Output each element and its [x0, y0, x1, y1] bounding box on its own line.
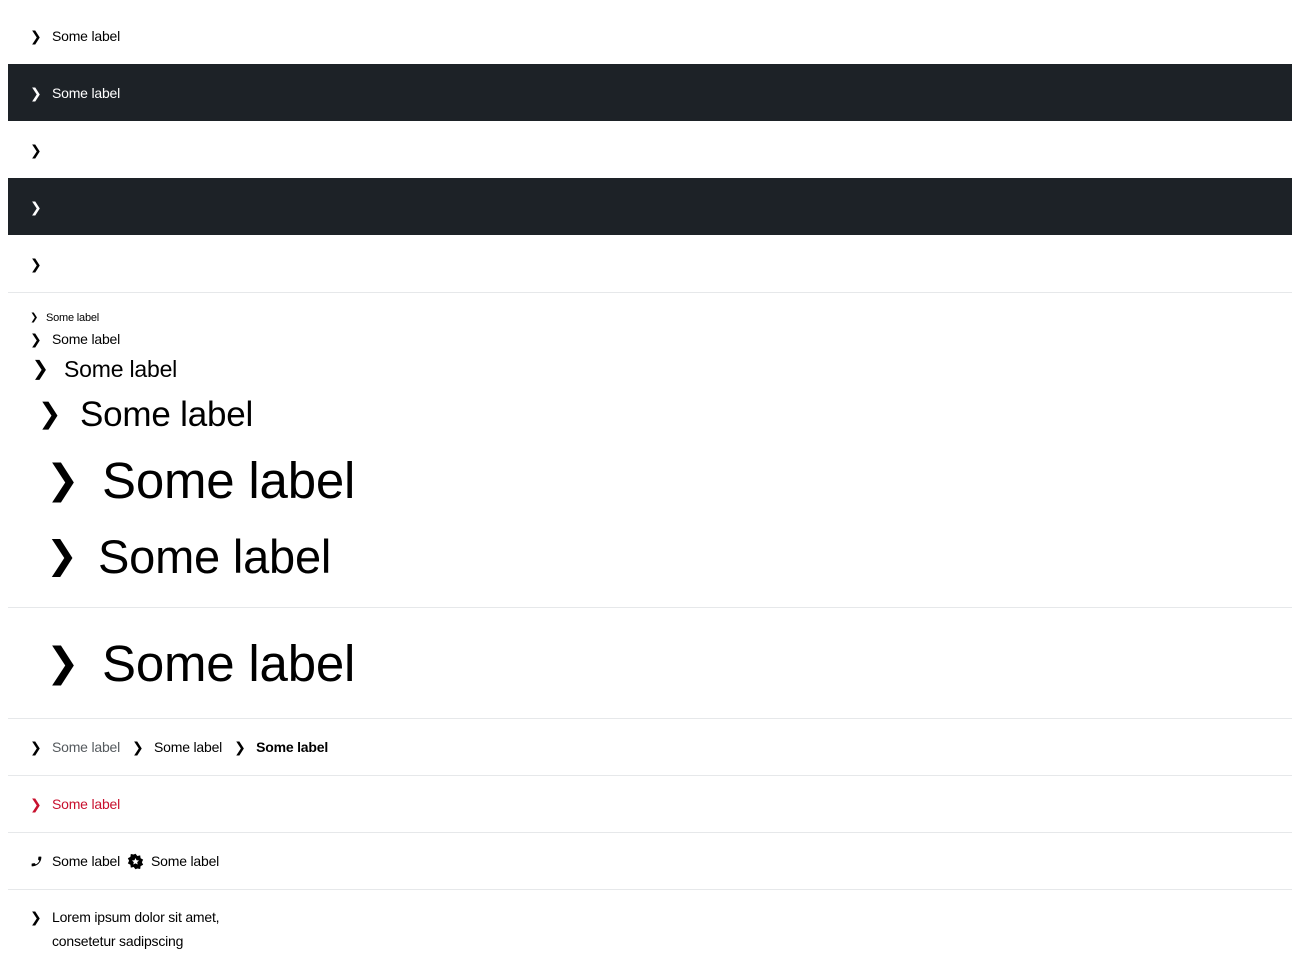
phone-icon	[30, 855, 52, 868]
link-label: Some label	[80, 394, 254, 434]
link-row-dark-icon-only: ❯	[8, 178, 1292, 235]
link-size-l: ❯ Some label	[8, 390, 1292, 438]
badge-star-icon	[127, 853, 151, 870]
link-row-light-icon-only-2: ❯	[8, 235, 1292, 292]
link-l[interactable]: ❯ Some label	[8, 397, 253, 432]
link-label: Some label	[151, 853, 220, 869]
link-weight-bold[interactable]: ❯ Some label	[212, 740, 328, 754]
chevron-right-icon: ❯	[30, 909, 42, 925]
link-row-dark: ❯ Some label	[8, 64, 1292, 121]
chevron-right-icon: ❯	[234, 739, 246, 755]
link-label-line-1: Lorem ipsum dolor sit amet,	[52, 909, 220, 925]
chevron-right-icon: ❯	[38, 398, 62, 429]
link-multiline-row: ❯ Lorem ipsum dolor sit amet, consetetur…	[8, 905, 1292, 957]
chevron-right-icon: ❯	[30, 198, 42, 215]
divider	[8, 607, 1292, 608]
link-red-row: ❯ Some label	[8, 776, 1292, 832]
chevron-right-icon: ❯	[30, 141, 42, 158]
link-label: Some label	[52, 84, 121, 101]
link-label: Some label	[52, 796, 121, 812]
link-icon-only[interactable]: ❯	[8, 143, 52, 157]
link-label: Some label	[46, 311, 100, 324]
link-icons-row: Some label Some label	[8, 833, 1292, 889]
link-label: Some label	[256, 739, 329, 755]
divider	[8, 889, 1292, 890]
link-light[interactable]: ❯ Some label	[8, 29, 120, 43]
link-red[interactable]: ❯ Some label	[8, 797, 120, 811]
chevron-right-icon: ❯	[30, 796, 42, 812]
link-icon-only-dark[interactable]: ❯	[8, 200, 52, 214]
link-row-light: ❯ Some label	[8, 8, 1292, 64]
link-size-xl: ❯ Some label	[8, 448, 1292, 512]
link-row-light-icon-only: ❯	[8, 121, 1292, 178]
link-hero-anchor[interactable]: ❯ Some label	[8, 638, 355, 689]
chevron-right-icon: ❯	[30, 331, 42, 347]
link-size-s: ❯ Some label	[8, 328, 1292, 350]
link-xl-alt[interactable]: ❯ Some label	[8, 533, 331, 580]
chevron-right-icon: ❯	[46, 535, 78, 577]
link-s[interactable]: ❯ Some label	[8, 332, 120, 346]
link-label: Some label	[64, 355, 178, 382]
link-label: Some label	[102, 634, 356, 692]
divider	[8, 292, 1292, 293]
chevron-right-icon: ❯	[32, 358, 49, 380]
link-label-line-2: consetetur sadipscing	[52, 933, 184, 949]
link-m[interactable]: ❯ Some label	[8, 355, 178, 382]
link-hero: ❯ Some label	[8, 630, 1292, 696]
link-label: Some label	[52, 331, 121, 347]
link-icon-only-2[interactable]: ❯	[8, 257, 52, 271]
link-label: Some label	[102, 451, 356, 509]
link-size-m: ❯ Some label	[8, 352, 1292, 386]
chevron-right-icon: ❯	[46, 641, 80, 685]
link-phone[interactable]: Some label	[8, 854, 120, 868]
link-weight-light[interactable]: ❯ Some label	[8, 740, 120, 754]
link-weights-row: ❯ Some label ❯ Some label ❯ Some label	[8, 719, 1292, 775]
chevron-right-icon: ❯	[30, 739, 42, 755]
chevron-right-icon: ❯	[30, 255, 42, 272]
link-size-xl-alt: ❯ Some label	[8, 526, 1292, 586]
chevron-right-icon: ❯	[30, 312, 39, 323]
link-label: Some label	[52, 28, 121, 44]
link-weight-regular[interactable]: ❯ Some label	[110, 740, 222, 754]
link-badge[interactable]: Some label	[120, 853, 219, 870]
chevron-right-icon: ❯	[46, 458, 80, 502]
link-xs[interactable]: ❯ Some label	[8, 311, 100, 324]
chevron-right-icon: ❯	[132, 739, 144, 755]
link-dark[interactable]: ❯ Some label	[8, 86, 120, 100]
chevron-right-icon: ❯	[30, 84, 42, 101]
chevron-right-icon: ❯	[30, 28, 42, 44]
link-size-xs: ❯ Some label	[8, 309, 1292, 327]
link-label-multiline: Lorem ipsum dolor sit amet, consetetur s…	[52, 905, 220, 953]
link-label: Some label	[98, 529, 332, 583]
link-multiline[interactable]: ❯ Lorem ipsum dolor sit amet, consetetur…	[8, 905, 220, 953]
link-label: Some label	[52, 853, 121, 869]
link-xl[interactable]: ❯ Some label	[8, 455, 355, 506]
